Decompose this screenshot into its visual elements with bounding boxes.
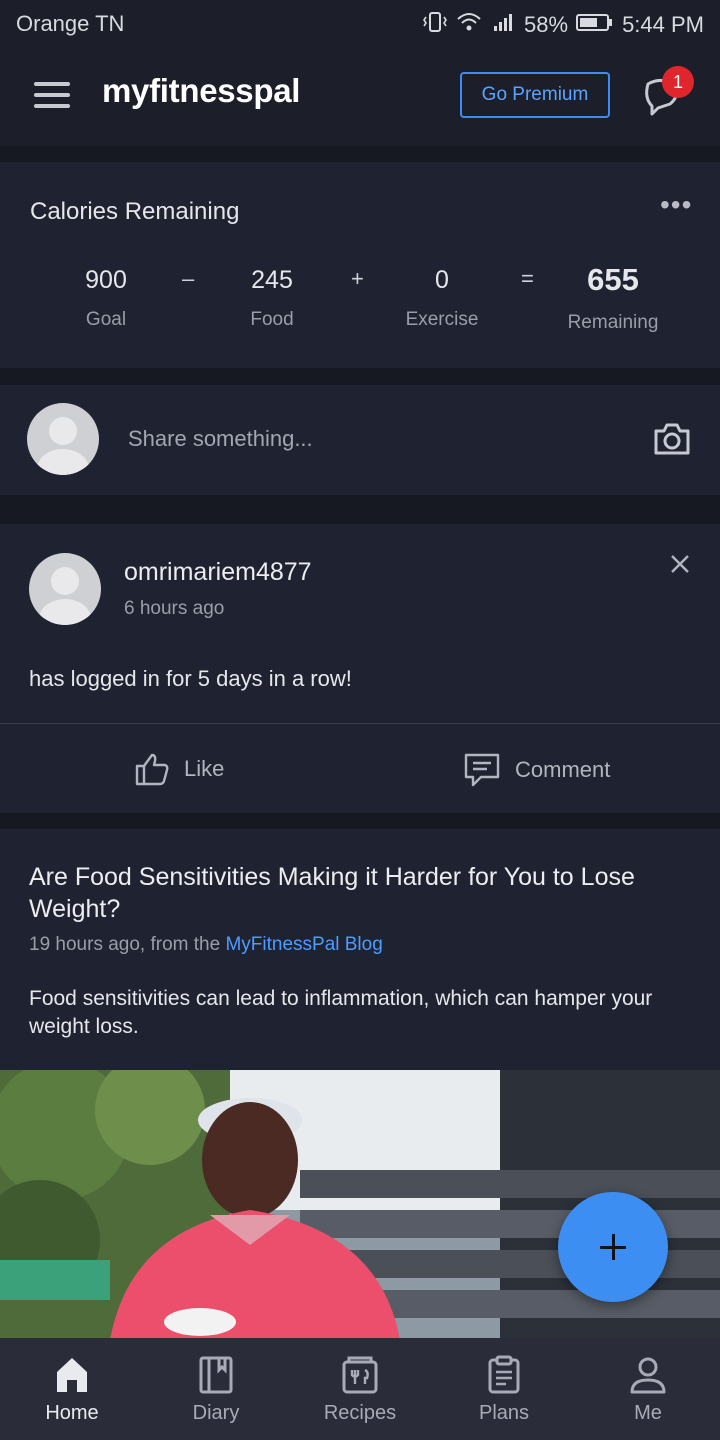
status-icons: 58% 5:44 PM [422, 11, 704, 39]
article-meta: 19 hours ago, from the MyFitnessPal Blog [29, 934, 383, 956]
go-premium-button[interactable]: Go Premium [460, 72, 610, 118]
comment-label: Comment [515, 757, 611, 782]
like-button[interactable]: Like [134, 752, 224, 786]
camera-icon[interactable] [652, 421, 692, 457]
food-column: 245 Food [222, 266, 322, 331]
avatar[interactable] [29, 553, 101, 625]
nav-recipes-label: Recipes [323, 1402, 397, 1424]
home-icon [57, 1358, 87, 1392]
divider [0, 723, 720, 724]
more-options-icon[interactable]: ••• [660, 191, 692, 219]
carrier-name: Orange TN [16, 11, 125, 36]
article-headline[interactable]: Are Food Sensitivities Making it Harder … [29, 861, 699, 925]
post-text: has logged in for 5 days in a row! [29, 666, 352, 691]
book-icon [199, 1356, 233, 1394]
app-logo: myfitnesspal [102, 72, 301, 109]
goal-column: 900 Goal [66, 266, 146, 331]
comment-icon [464, 753, 500, 787]
exercise-value: 0 [435, 266, 449, 294]
vibrate-icon [422, 11, 448, 39]
nav-me-label: Me [634, 1402, 662, 1424]
exercise-column: 0 Exercise [392, 266, 492, 331]
thumbs-up-icon [135, 753, 169, 786]
like-label: Like [184, 756, 225, 781]
bottom-navigation: Home Diary Recipes Plans Me [0, 1338, 720, 1440]
notification-badge: 1 [662, 66, 694, 98]
notifications-button[interactable]: 1 [640, 66, 694, 118]
battery-percent: 58% [524, 12, 569, 37]
hamburger-menu-icon[interactable] [34, 82, 70, 110]
plus-operator: + [351, 266, 364, 291]
status-bar: Orange TN 58% 5:44 PM [0, 0, 720, 46]
minus-operator: – [182, 266, 195, 291]
avatar[interactable] [27, 403, 99, 475]
wifi-icon [456, 11, 482, 39]
share-composer: Share something... [0, 385, 720, 495]
share-input[interactable]: Share something... [128, 426, 313, 452]
nav-recipes[interactable]: Recipes [288, 1338, 432, 1440]
recipes-icon [342, 1356, 378, 1394]
equals-operator: = [521, 266, 534, 291]
nav-plans[interactable]: Plans [432, 1338, 576, 1440]
close-icon[interactable] [668, 552, 692, 576]
feed-post: omrimariem4877 6 hours ago has logged in… [0, 524, 720, 813]
person-icon [630, 1357, 666, 1394]
food-value: 245 [251, 266, 293, 294]
nav-diary[interactable]: Diary [144, 1338, 288, 1440]
signal-icon [490, 11, 516, 39]
exercise-label: Exercise [405, 309, 479, 330]
remaining-label: Remaining [567, 312, 659, 333]
goal-label: Goal [85, 309, 127, 330]
app-bar: myfitnesspal Go Premium 1 [0, 46, 720, 146]
post-timestamp: 6 hours ago [124, 598, 225, 619]
comment-button[interactable]: Comment [463, 752, 610, 788]
battery-icon [576, 11, 614, 39]
article-time: 19 hours ago, from the [29, 934, 226, 955]
nav-home-label: Home [45, 1402, 99, 1424]
goal-value: 900 [85, 266, 127, 294]
blog-source-link[interactable]: MyFitnessPal Blog [225, 934, 382, 955]
nav-me[interactable]: Me [576, 1338, 720, 1440]
food-label: Food [250, 309, 294, 330]
calories-remaining-card[interactable]: Calories Remaining ••• 900 Goal 245 Food… [0, 162, 720, 368]
calories-title: Calories Remaining [30, 198, 240, 225]
remaining-value: 655 [587, 262, 639, 297]
nav-home[interactable]: Home [0, 1338, 144, 1440]
add-fab-button[interactable] [558, 1192, 668, 1302]
clipboard-icon [488, 1355, 520, 1394]
clock: 5:44 PM [622, 12, 704, 37]
nav-plans-label: Plans [478, 1402, 530, 1424]
post-username[interactable]: omrimariem4877 [124, 558, 312, 587]
article-summary: Food sensitivities can lead to inflammat… [29, 987, 653, 1038]
remaining-column: 655 Remaining [556, 262, 670, 334]
nav-diary-label: Diary [192, 1402, 240, 1424]
